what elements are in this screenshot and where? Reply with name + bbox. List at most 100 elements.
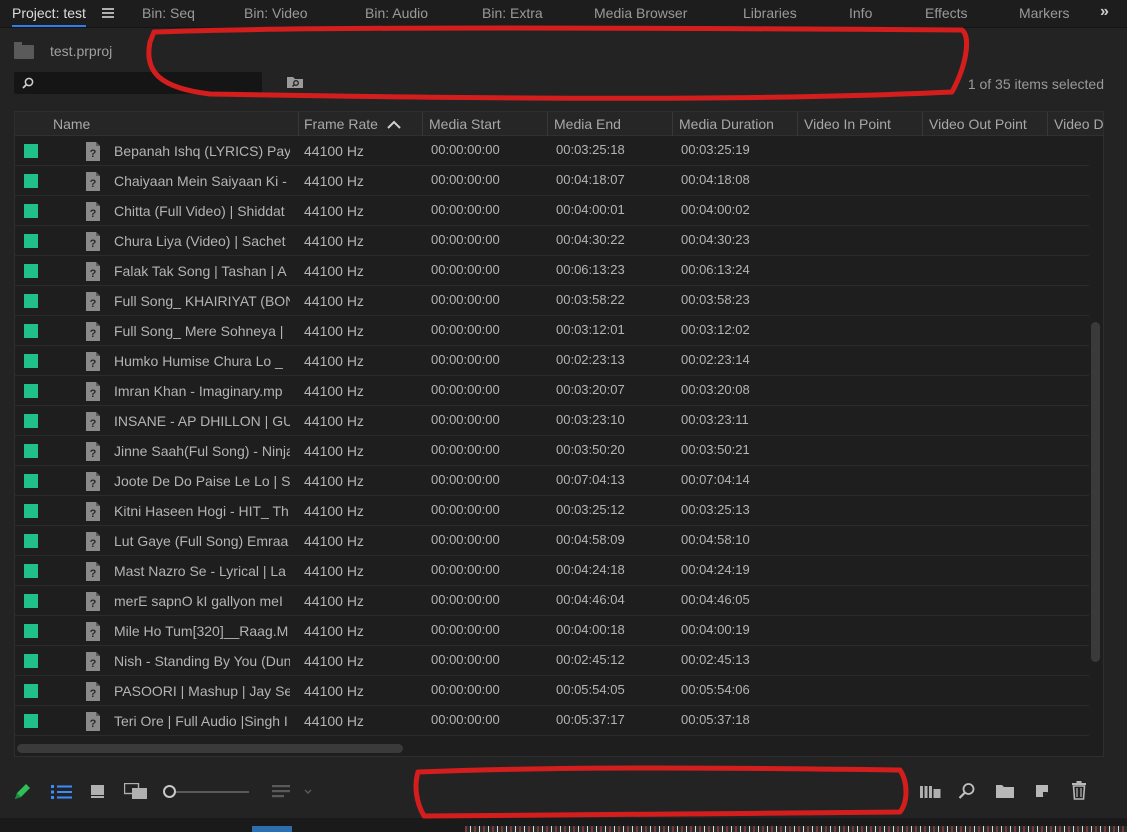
item-name[interactable]: Falak Tak Song | Tashan | A — [114, 263, 290, 279]
column-header-video-out-point[interactable]: Video Out Point — [929, 116, 1027, 132]
table-row[interactable]: ? Mast Nazro Se - Lyrical | La 44100 Hz 00:… — [15, 556, 1089, 586]
item-name[interactable]: Nish - Standing By You (Dun — [114, 653, 290, 669]
label-color-swatch[interactable] — [24, 174, 38, 188]
table-row[interactable]: ? INSANE - AP DHILLON | GU 44100 Hz 00:00:0… — [15, 406, 1089, 436]
table-row[interactable]: ? Imran Khan - Imaginary.mp 44100 Hz 00:00:… — [15, 376, 1089, 406]
table-row[interactable]: ? Full Song_ Mere Sohneya | 44100 Hz 00:00:… — [15, 316, 1089, 346]
find-icon[interactable] — [958, 782, 976, 800]
label-color-swatch[interactable] — [24, 324, 38, 338]
label-color-swatch[interactable] — [24, 654, 38, 668]
horizontal-scrollbar[interactable] — [17, 744, 403, 753]
zoom-slider[interactable] — [163, 785, 249, 799]
table-row[interactable]: ? Nish - Standing By You (Dun 44100 Hz 00:0… — [15, 646, 1089, 676]
icon-view-icon[interactable] — [90, 784, 106, 799]
item-name[interactable]: Joote De Do Paise Le Lo | S — [114, 473, 290, 489]
label-color-swatch[interactable] — [24, 714, 38, 728]
tab-bin-video[interactable]: Bin: Video — [244, 5, 308, 21]
item-name[interactable]: Chura Liya (Video) | Sachet — [114, 233, 290, 249]
label-color-swatch[interactable] — [24, 294, 38, 308]
item-name[interactable]: Humko Humise Chura Lo _ — [114, 353, 290, 369]
table-row[interactable]: ? Joote De Do Paise Le Lo | S 44100 Hz 00:0… — [15, 466, 1089, 496]
item-name[interactable]: Imran Khan - Imaginary.mp — [114, 383, 290, 399]
item-name[interactable]: Full Song_ KHAIRIYAT (BON — [114, 293, 290, 309]
label-color-swatch[interactable] — [24, 414, 38, 428]
column-header-video-duration[interactable]: Video D — [1054, 116, 1103, 132]
automate-to-sequence-icon[interactable] — [920, 783, 942, 799]
table-row[interactable]: ? Falak Tak Song | Tashan | A 44100 Hz 00:0… — [15, 256, 1089, 286]
tab-effects[interactable]: Effects — [925, 5, 968, 21]
item-name[interactable]: PASOORI | Mashup | Jay Se — [114, 683, 290, 699]
label-color-swatch[interactable] — [24, 234, 38, 248]
table-row[interactable]: ? Kitni Haseen Hogi - HIT_ Th 44100 Hz 00:0… — [15, 496, 1089, 526]
table-row[interactable]: ? Humko Humise Chura Lo _ 44100 Hz 00:00:00… — [15, 346, 1089, 376]
item-name[interactable]: Lut Gaye (Full Song) Emraa — [114, 533, 290, 549]
table-row[interactable]: ? Bepanah Ishq (LYRICS) Pay 44100 Hz 00:00:… — [15, 136, 1089, 166]
column-header-media-end[interactable]: Media End — [554, 116, 621, 132]
tab-bin-extra[interactable]: Bin: Extra — [482, 5, 543, 21]
item-name[interactable]: Mast Nazro Se - Lyrical | La — [114, 563, 290, 579]
tab-markers[interactable]: Markers — [1019, 5, 1070, 21]
table-row[interactable]: ? Lut Gaye (Full Song) Emraa 44100 Hz 00:00… — [15, 526, 1089, 556]
table-row[interactable]: ? Full Song_ KHAIRIYAT (BON 44100 Hz 00:00:… — [15, 286, 1089, 316]
sort-ascending-icon[interactable] — [387, 120, 401, 129]
item-name[interactable]: Chitta (Full Video) | Shiddat — [114, 203, 290, 219]
table-row[interactable]: ? Chaiyaan Mein Saiyaan Ki - 44100 Hz 00:00… — [15, 166, 1089, 196]
column-header-frame-rate[interactable]: Frame Rate — [304, 116, 378, 132]
label-color-swatch[interactable] — [24, 144, 38, 158]
list-view-icon[interactable] — [51, 784, 73, 800]
table-row[interactable]: ? Chitta (Full Video) | Shiddat 44100 Hz 00… — [15, 196, 1089, 226]
column-divider[interactable] — [1047, 112, 1048, 136]
item-name[interactable]: Jinne Saah(Ful Song) - Ninja — [114, 443, 290, 459]
new-bin-icon[interactable] — [995, 783, 1015, 799]
column-header-name[interactable]: Name — [53, 116, 90, 132]
column-header-media-duration[interactable]: Media Duration — [679, 116, 774, 132]
column-divider[interactable] — [422, 112, 423, 136]
label-color-swatch[interactable] — [24, 384, 38, 398]
label-color-swatch[interactable] — [24, 264, 38, 278]
item-name[interactable]: Chaiyaan Mein Saiyaan Ki - — [114, 173, 290, 189]
label-color-swatch[interactable] — [24, 354, 38, 368]
label-color-swatch[interactable] — [24, 474, 38, 488]
tab-bin-audio[interactable]: Bin: Audio — [365, 5, 428, 21]
table-row[interactable]: ? PASOORI | Mashup | Jay Se 44100 Hz 00:00:… — [15, 676, 1089, 706]
label-color-swatch[interactable] — [24, 594, 38, 608]
item-name[interactable]: Mile Ho Tum[320]__Raag.M — [114, 623, 290, 639]
column-divider[interactable] — [547, 112, 548, 136]
column-header-video-in-point[interactable]: Video In Point — [804, 116, 891, 132]
label-color-swatch[interactable] — [24, 504, 38, 518]
pencil-icon[interactable] — [12, 782, 32, 802]
table-row[interactable]: ? Mile Ho Tum[320]__Raag.M 44100 Hz 00:00:0… — [15, 616, 1089, 646]
tab-project[interactable]: Project: test — [12, 5, 86, 27]
table-row[interactable]: ? Chura Liya (Video) | Sachet 44100 Hz 00:0… — [15, 226, 1089, 256]
label-color-swatch[interactable] — [24, 684, 38, 698]
panel-menu-icon[interactable] — [102, 8, 114, 19]
tab-info[interactable]: Info — [849, 5, 872, 21]
table-row[interactable]: ? merE sapnO kI gallyon meI 44100 Hz 00:00:… — [15, 586, 1089, 616]
column-divider[interactable] — [298, 112, 299, 136]
search-box[interactable] — [14, 72, 262, 94]
table-row[interactable]: ? Teri Ore | Full Audio |Singh I 44100 Hz 0… — [15, 706, 1089, 736]
vertical-scrollbar[interactable] — [1091, 322, 1100, 662]
table-row[interactable]: ? Jinne Saah(Ful Song) - Ninja 44100 Hz 00:… — [15, 436, 1089, 466]
item-name[interactable]: INSANE - AP DHILLON | GU — [114, 413, 290, 429]
item-name[interactable]: merE sapnO kI gallyon meI — [114, 593, 290, 609]
item-name[interactable]: Kitni Haseen Hogi - HIT_ Th — [114, 503, 290, 519]
tab-libraries[interactable]: Libraries — [743, 5, 797, 21]
trash-icon[interactable] — [1071, 781, 1087, 800]
label-color-swatch[interactable] — [24, 534, 38, 548]
more-tabs-icon[interactable]: » — [1100, 3, 1109, 21]
item-name[interactable]: Full Song_ Mere Sohneya | — [114, 323, 290, 339]
label-color-swatch[interactable] — [24, 564, 38, 578]
column-divider[interactable] — [672, 112, 673, 136]
new-search-bin-icon[interactable] — [286, 75, 304, 89]
tab-media-browser[interactable]: Media Browser — [594, 5, 687, 21]
zoom-slider-handle[interactable] — [163, 785, 176, 798]
search-input[interactable] — [41, 75, 256, 91]
tab-bin-seq[interactable]: Bin: Seq — [142, 5, 195, 21]
label-color-swatch[interactable] — [24, 624, 38, 638]
label-color-swatch[interactable] — [24, 444, 38, 458]
item-name[interactable]: Teri Ore | Full Audio |Singh I — [114, 713, 290, 729]
new-item-icon[interactable] — [1034, 782, 1052, 800]
freeform-view-icon[interactable] — [124, 783, 148, 800]
item-name[interactable]: Bepanah Ishq (LYRICS) Pay — [114, 143, 290, 159]
